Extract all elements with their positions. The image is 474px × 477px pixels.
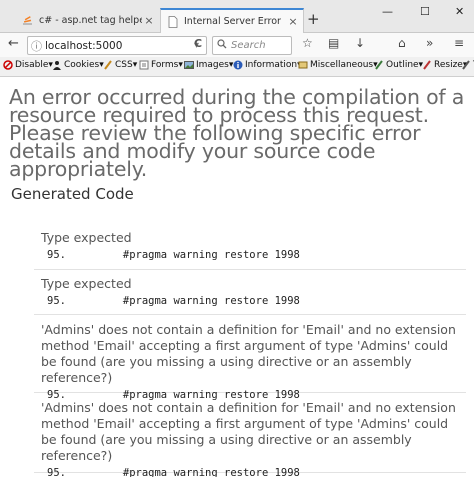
line-number: 95.	[47, 467, 66, 477]
error-item: Type expected 95. #pragma warning restor…	[34, 230, 466, 270]
forms-icon	[139, 60, 149, 70]
generated-code-heading: Generated Code	[11, 185, 134, 203]
outline-icon	[374, 60, 384, 70]
cookies-menu[interactable]: Cookies▾	[52, 60, 104, 70]
title-bar: c# - asp.net tag helpers n... × Internal…	[0, 0, 474, 33]
error-item: 'Admins' does not contain a definition f…	[34, 322, 466, 401]
images-icon	[184, 60, 194, 70]
info-icon[interactable]: ⓘ	[31, 38, 45, 54]
css-icon	[103, 60, 113, 70]
error-message: 'Admins' does not contain a definition f…	[41, 322, 456, 385]
bookmark-star-icon[interactable]: ☆	[302, 36, 313, 50]
css-menu[interactable]: CSS▾	[103, 60, 137, 70]
miscellaneous-icon	[298, 60, 308, 70]
download-icon[interactable]: ↓	[355, 36, 365, 50]
information-menu[interactable]: Information▾	[233, 60, 302, 70]
cookie-icon	[52, 60, 62, 70]
tab-internal-server-error[interactable]: Internal Server Error ×	[160, 8, 304, 33]
miscellaneous-menu[interactable]: Miscellaneous▾	[298, 60, 378, 70]
code-text: #pragma warning restore 1998	[122, 467, 300, 477]
error-code-line: 95. #pragma warning restore 1998	[47, 467, 466, 477]
information-icon	[233, 60, 243, 70]
error-code-line: 95. #pragma warning restore 1998	[47, 295, 466, 307]
error-message: Type expected	[41, 276, 132, 291]
line-number: 95.	[47, 295, 66, 307]
overflow-icon[interactable]: »	[426, 36, 433, 50]
tab-stackoverflow[interactable]: c# - asp.net tag helpers n... ×	[16, 8, 159, 33]
code-text: #pragma warning restore 1998	[122, 295, 300, 307]
stackoverflow-icon	[21, 14, 34, 27]
outline-menu[interactable]: Outline▾	[374, 60, 423, 70]
forms-menu[interactable]: Forms▾	[139, 60, 183, 70]
line-number: 95.	[47, 249, 66, 261]
maximize-button[interactable]: ☐	[420, 5, 430, 18]
new-tab-button[interactable]: +	[307, 10, 320, 28]
search-placeholder: Search	[231, 40, 266, 51]
menu-icon[interactable]: ≡	[454, 36, 464, 50]
error-item: 'Admins' does not contain a definition f…	[34, 400, 466, 477]
error-message: Type expected	[41, 230, 132, 245]
url-text[interactable]: localhost:5000	[45, 40, 194, 52]
minimize-button[interactable]: —	[382, 5, 393, 18]
error-item: Type expected 95. #pragma warning restor…	[34, 276, 466, 315]
resize-icon	[422, 60, 432, 70]
tab-close-icon[interactable]: ×	[142, 14, 156, 27]
tab-close-icon[interactable]: ×	[286, 15, 300, 28]
url-bar[interactable]: ⓘ localhost:5000 ▾	[27, 36, 207, 55]
code-text: #pragma warning restore 1998	[122, 249, 300, 261]
error-message: 'Admins' does not contain a definition f…	[41, 400, 456, 463]
error-heading: An error occurred during the compilation…	[9, 85, 465, 181]
close-window-button[interactable]: ✕	[455, 5, 464, 18]
tools-icon	[461, 60, 471, 70]
error-code-line: 95. #pragma warning restore 1998	[47, 249, 466, 261]
home-icon[interactable]: ⌂	[398, 36, 406, 50]
tools-menu[interactable]: T	[461, 60, 474, 70]
search-field[interactable]: Search	[212, 36, 292, 55]
reload-icon[interactable]: C	[194, 37, 202, 50]
tab-title: c# - asp.net tag helpers n...	[39, 15, 142, 26]
disable-menu[interactable]: Disable▾	[3, 60, 53, 70]
back-button[interactable]: ←	[8, 36, 19, 51]
web-developer-toolbar: Disable▾ Cookies▾ CSS▾ Forms▾ Images▾ In…	[0, 57, 474, 77]
navigation-bar: ← ⓘ localhost:5000 ▾ C Search ☆ ▤ ↓ ⌂ » …	[0, 33, 474, 57]
images-menu[interactable]: Images▾	[184, 60, 233, 70]
page-content: An error occurred during the compilation…	[0, 77, 474, 477]
clipboard-icon[interactable]: ▤	[328, 36, 339, 50]
page-icon	[166, 15, 179, 28]
search-icon	[217, 39, 227, 52]
disable-icon	[3, 60, 13, 70]
tab-title: Internal Server Error	[184, 16, 281, 27]
